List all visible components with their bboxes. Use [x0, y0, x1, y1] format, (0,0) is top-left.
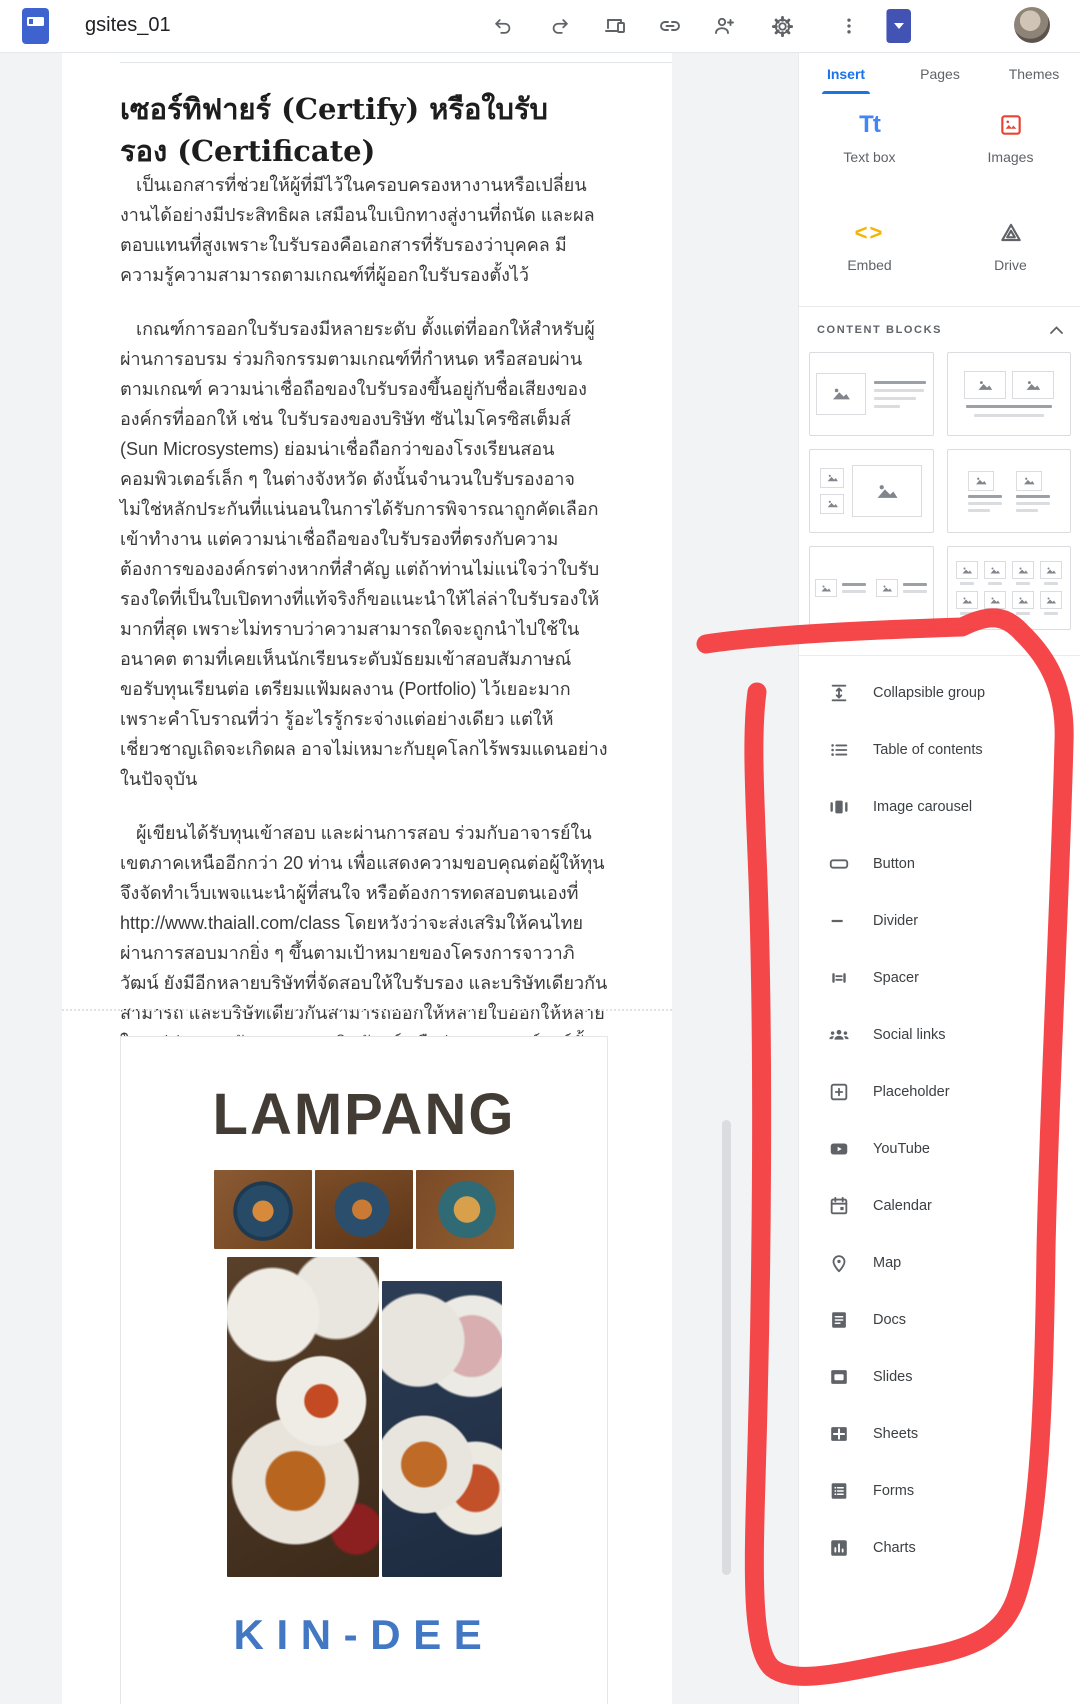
insert-item-divider[interactable]: Divider — [799, 892, 1080, 949]
content-blocks-header: CONTENT BLOCKS — [817, 324, 1063, 336]
caret-down-icon — [894, 23, 904, 29]
insert-side-panel: Insert Pages Themes Tt Text box Images <… — [798, 52, 1080, 1704]
food-photo-4 — [227, 1257, 379, 1577]
more-options-kebab-icon[interactable] — [836, 13, 862, 39]
account-avatar[interactable] — [1014, 7, 1050, 43]
canvas-scrollbar[interactable] — [722, 1120, 731, 1575]
docs-icon — [827, 1308, 851, 1332]
insert-components-list: Collapsible group Table of contents Imag… — [799, 664, 1080, 1576]
insert-item-sheets[interactable]: Sheets — [799, 1405, 1080, 1462]
image-carousel-icon — [827, 795, 851, 819]
google-sites-editor: { "topbar": { "site_title": "gsites_01",… — [0, 0, 1080, 1704]
insert-drive[interactable]: Drive — [940, 218, 1080, 300]
redo-icon[interactable] — [547, 13, 573, 39]
divider-icon — [827, 909, 851, 933]
images-icon — [940, 110, 1080, 140]
panel-tabs: Insert Pages Themes — [799, 52, 1080, 94]
insert-item-button[interactable]: Button — [799, 835, 1080, 892]
button-icon — [827, 852, 851, 876]
content-blocks-grid — [809, 352, 1071, 630]
insert-images[interactable]: Images — [940, 110, 1080, 192]
page-title[interactable]: เซอร์ทิฟายร์ (Certify) หรือใบรับรอง (Cer… — [120, 88, 595, 172]
share-add-people-icon[interactable] — [711, 13, 737, 39]
collapse-chevron-up-icon[interactable] — [1050, 326, 1063, 334]
text-box-icon: Tt — [799, 110, 940, 140]
undo-icon[interactable] — [490, 13, 516, 39]
poster-photo-collage — [121, 1257, 607, 1577]
charts-icon — [827, 1536, 851, 1560]
settings-gear-icon[interactable] — [769, 13, 795, 39]
content-block-image-left-text[interactable] — [809, 352, 934, 436]
copy-link-icon[interactable] — [657, 13, 683, 39]
section-top-edge — [120, 62, 672, 63]
device-preview-icon[interactable] — [603, 13, 629, 39]
insert-item-placeholder[interactable]: Placeholder — [799, 1063, 1080, 1120]
paragraph-1[interactable]: เป็นเอกสารที่ช่วยให้ผู้ที่มีไว้ในครอบครอ… — [120, 170, 608, 290]
youtube-icon — [827, 1137, 851, 1161]
tab-insert[interactable]: Insert — [799, 52, 893, 94]
lampang-poster-image[interactable]: LAMPANG KIN-DEE — [120, 1036, 608, 1704]
panel-divider — [799, 655, 1080, 656]
section-divider-dotted — [62, 1009, 672, 1011]
insert-item-charts[interactable]: Charts — [799, 1519, 1080, 1576]
poster-photo-row — [121, 1170, 607, 1249]
calendar-icon — [827, 1194, 851, 1218]
slides-icon — [827, 1365, 851, 1389]
spacer-icon — [827, 966, 851, 990]
sheets-icon — [827, 1422, 851, 1446]
food-photo-5 — [382, 1281, 502, 1577]
food-photo-3 — [416, 1170, 514, 1249]
tab-themes[interactable]: Themes — [987, 52, 1080, 94]
publish-split-button: Publish — [886, 9, 911, 43]
insert-item-map[interactable]: Map — [799, 1234, 1080, 1291]
tab-pages[interactable]: Pages — [893, 52, 987, 94]
insert-item-spacer[interactable]: Spacer — [799, 949, 1080, 1006]
insert-text-box[interactable]: Tt Text box — [799, 110, 940, 192]
paragraph-2[interactable]: เกณฑ์การออกใบรับรองมีหลายระดับ ตั้งแต่ที… — [120, 314, 608, 794]
insert-tiles: Tt Text box Images <> Embed Drive — [799, 110, 1080, 300]
poster-heading: LAMPANG — [121, 1081, 607, 1148]
site-title[interactable]: gsites_01 — [85, 14, 171, 37]
content-block-thumbs-large-image[interactable] — [809, 449, 934, 533]
placeholder-icon — [827, 1080, 851, 1104]
site-page[interactable]: เซอร์ทิฟายร์ (Certify) หรือใบรับรอง (Cer… — [62, 52, 672, 1704]
insert-item-forms[interactable]: Forms — [799, 1462, 1080, 1519]
active-tab-underline — [822, 91, 870, 94]
panel-divider — [799, 306, 1080, 307]
content-blocks-label: CONTENT BLOCKS — [817, 324, 942, 336]
insert-item-calendar[interactable]: Calendar — [799, 1177, 1080, 1234]
collapsible-group-icon — [827, 681, 851, 705]
embed-icon: <> — [799, 218, 940, 248]
top-app-bar: gsites_01 Publish — [0, 0, 1080, 53]
insert-item-table-of-contents[interactable]: Table of contents — [799, 721, 1080, 778]
table-of-contents-icon — [827, 738, 851, 762]
insert-item-image-carousel[interactable]: Image carousel — [799, 778, 1080, 835]
food-photo-2 — [315, 1170, 413, 1249]
social-links-icon — [827, 1023, 851, 1047]
content-block-gallery-grid[interactable] — [947, 546, 1072, 630]
content-block-two-columns[interactable] — [947, 449, 1072, 533]
forms-icon — [827, 1479, 851, 1503]
insert-embed[interactable]: <> Embed — [799, 218, 940, 300]
insert-item-slides[interactable]: Slides — [799, 1348, 1080, 1405]
insert-item-collapsible-group[interactable]: Collapsible group — [799, 664, 1080, 721]
google-sites-logo[interactable] — [22, 8, 49, 44]
food-photo-1 — [214, 1170, 312, 1249]
publish-dropdown-button[interactable] — [886, 9, 911, 43]
insert-item-social-links[interactable]: Social links — [799, 1006, 1080, 1063]
poster-footer: KIN-DEE — [121, 1611, 607, 1659]
content-block-list-items[interactable] — [809, 546, 934, 630]
drive-icon — [940, 218, 1080, 248]
content-block-two-images-text[interactable] — [947, 352, 1072, 436]
insert-item-docs[interactable]: Docs — [799, 1291, 1080, 1348]
map-pin-icon — [827, 1251, 851, 1275]
insert-item-youtube[interactable]: YouTube — [799, 1120, 1080, 1177]
